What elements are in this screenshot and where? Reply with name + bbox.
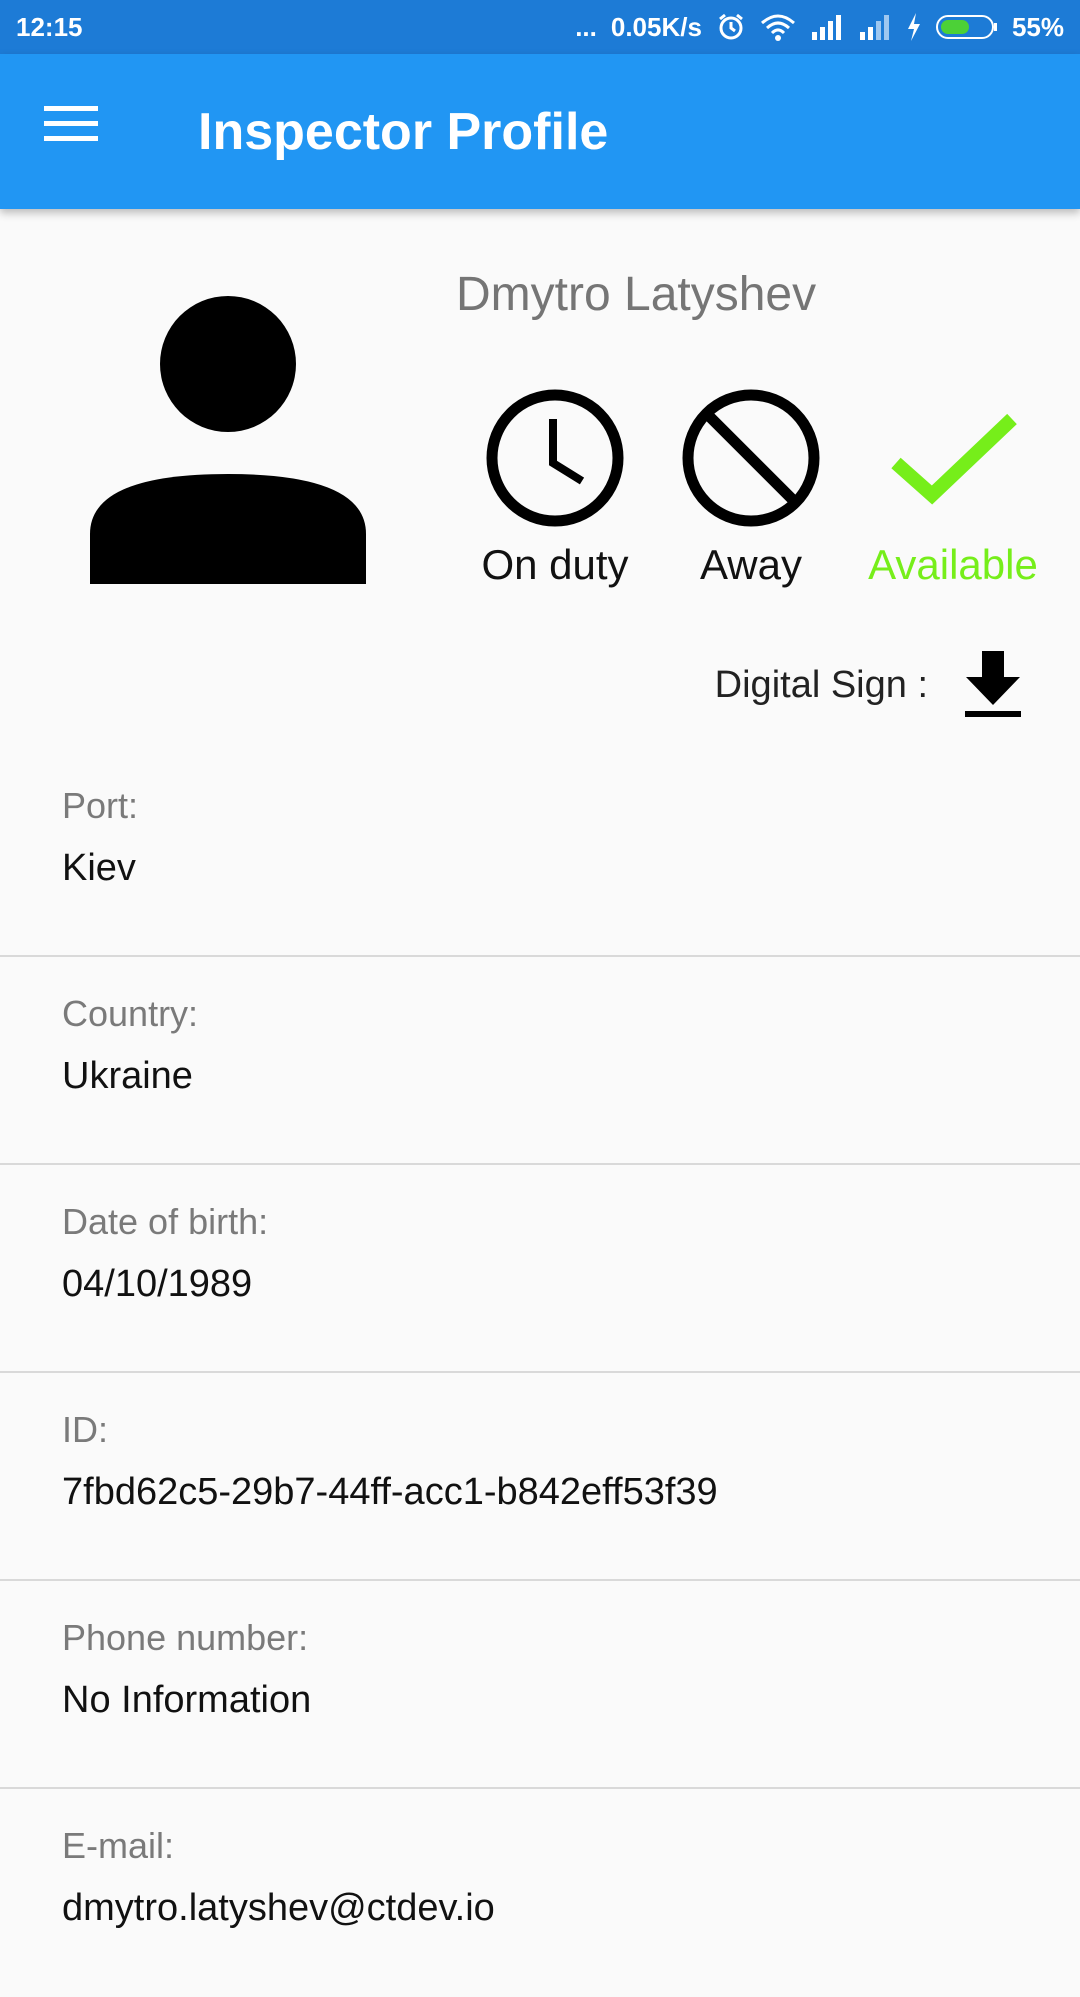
- status-away-label: Away: [700, 541, 802, 588]
- status-on-duty-label: On duty: [481, 541, 629, 588]
- field-value: dmytro.latyshev@ctdev.io: [62, 1887, 495, 1929]
- field-phone: Phone number: No Information: [0, 1581, 1080, 1789]
- download-icon[interactable]: [962, 649, 1024, 721]
- field-label: E-mail:: [62, 1825, 175, 1866]
- field-value: 04/10/1989: [62, 1263, 253, 1305]
- field-country: Country: Ukraine: [0, 957, 1080, 1165]
- digital-sign-row: Digital Sign :: [715, 649, 1024, 721]
- field-value: No Information: [62, 1679, 312, 1721]
- field-date-of-birth: Date of birth: 04/10/1989: [0, 1165, 1080, 1373]
- avatar: [86, 296, 376, 586]
- clock-icon: [486, 389, 624, 527]
- signal-icon-2: [858, 14, 892, 40]
- block-icon: [682, 389, 820, 527]
- field-label: Phone number:: [62, 1617, 309, 1658]
- inspector-name: Dmytro Latyshev: [456, 268, 817, 321]
- more-dots: ...: [575, 11, 597, 42]
- field-label: Date of birth:: [62, 1201, 269, 1242]
- status-available[interactable]: Available: [858, 387, 1048, 589]
- status-icons: ... 0.05K/s 55%: [575, 12, 1064, 43]
- status-on-duty[interactable]: On duty: [460, 387, 650, 589]
- signal-icon: [810, 14, 844, 40]
- check-icon: [891, 413, 1017, 505]
- status-away[interactable]: Away: [656, 387, 846, 589]
- charging-icon: [906, 13, 922, 41]
- field-value: Ukraine: [62, 1055, 193, 1097]
- status-available-label: Available: [868, 541, 1038, 588]
- wifi-icon: [760, 13, 796, 41]
- field-label: Country:: [62, 993, 199, 1034]
- field-value: Kiev: [62, 847, 136, 889]
- field-email: E-mail: dmytro.latyshev@ctdev.io: [0, 1789, 1080, 1997]
- profile-fields: Port: Kiev Country: Ukraine Date of birt…: [0, 749, 1080, 1997]
- network-speed: 0.05K/s: [610, 11, 702, 42]
- hamburger-menu-icon[interactable]: [44, 104, 108, 154]
- field-port: Port: Kiev: [0, 749, 1080, 957]
- status-bar: 12:15 ... 0.05K/s 55%: [0, 0, 1080, 54]
- page-title: Inspector Profile: [198, 103, 609, 161]
- field-label: Port:: [62, 785, 139, 826]
- app-bar: Inspector Profile: [0, 54, 1080, 209]
- field-label: ID:: [62, 1409, 109, 1450]
- status-time: 12:15: [16, 11, 83, 42]
- profile-header: Dmytro Latyshev On duty Away Available D…: [0, 209, 1080, 749]
- battery-level: 55%: [1011, 11, 1064, 42]
- alarm-icon: [716, 12, 746, 42]
- battery-icon: [935, 14, 998, 40]
- field-id: ID: 7fbd62c5-29b7-44ff-acc1-b842eff53f39: [0, 1373, 1080, 1581]
- digital-sign-label: Digital Sign :: [714, 663, 928, 706]
- field-value: 7fbd62c5-29b7-44ff-acc1-b842eff53f39: [62, 1471, 718, 1513]
